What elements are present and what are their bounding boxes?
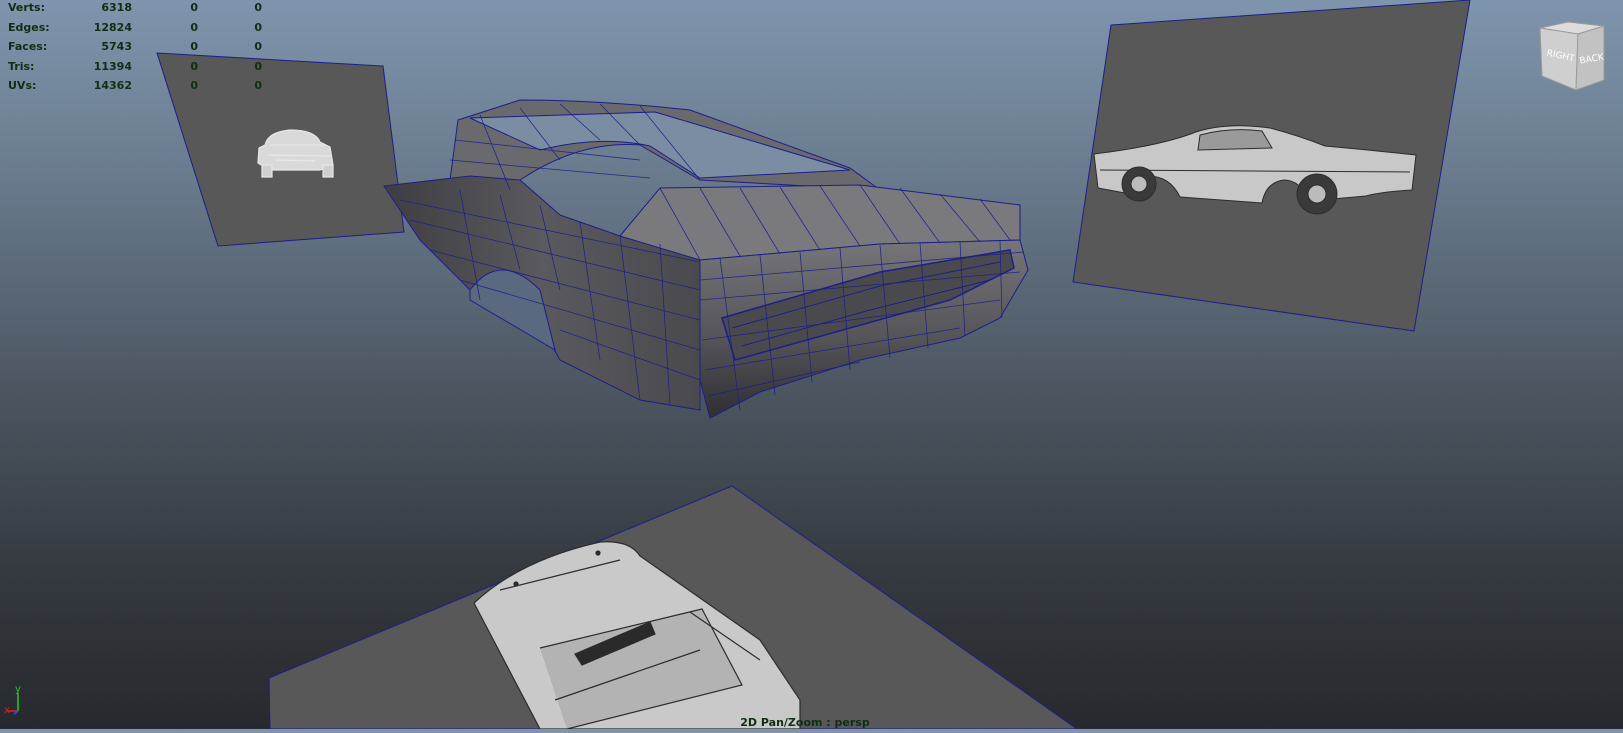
hud-value-selected: 0 (190, 20, 198, 34)
hud-value-total: 5743 (101, 40, 132, 53)
poly-count-hud: Verts: 6318 0 0 Edges: 12824 0 0 Faces: … (8, 0, 268, 98)
hud-value-selected: 0 (190, 40, 198, 53)
hud-label: Verts: (8, 1, 46, 14)
hud-label: UVs: (8, 79, 37, 92)
hud-label: Edges: (8, 20, 50, 34)
hud-row-tris: Tris: 11394 0 0 (8, 59, 268, 79)
hud-value-extra: 0 (254, 79, 262, 92)
image-plane-top[interactable] (268, 485, 1079, 730)
hud-value-extra: 0 (254, 59, 262, 73)
axis-y-label: y (15, 684, 21, 695)
hud-value-selected: 0 (190, 59, 198, 73)
hud-value-selected: 0 (190, 1, 198, 14)
hud-value-extra: 0 (254, 40, 262, 53)
image-plane-side[interactable] (1072, 0, 1471, 332)
hud-row-faces: Faces: 5743 0 0 (8, 39, 268, 59)
hud-value-total: 12824 (93, 20, 132, 34)
viewport-camera-label: 2D Pan/Zoom : persp (740, 716, 870, 729)
hud-row-edges: Edges: 12824 0 0 (8, 20, 268, 40)
hud-row-verts: Verts: 6318 0 0 (8, 0, 268, 20)
hud-value-total: 11394 (93, 59, 132, 73)
hud-value-extra: 0 (254, 1, 262, 14)
hud-value-total: 6318 (101, 1, 132, 14)
car-body-mesh[interactable] (383, 99, 1029, 419)
hud-row-uvs: UVs: 14362 0 0 (8, 78, 268, 98)
hud-label: Faces: (8, 40, 48, 53)
hud-value-extra: 0 (254, 20, 262, 34)
hud-label: Tris: (8, 59, 35, 73)
hud-value-total: 14362 (93, 79, 132, 92)
axis-x-label: x (4, 705, 10, 715)
hud-value-selected: 0 (190, 79, 198, 92)
viewcube[interactable]: RIGHT BACK (1532, 14, 1612, 94)
axis-gizmo: y x (2, 683, 32, 716)
perspective-viewport[interactable]: Verts: 6318 0 0 Edges: 12824 0 0 Faces: … (0, 0, 1623, 730)
